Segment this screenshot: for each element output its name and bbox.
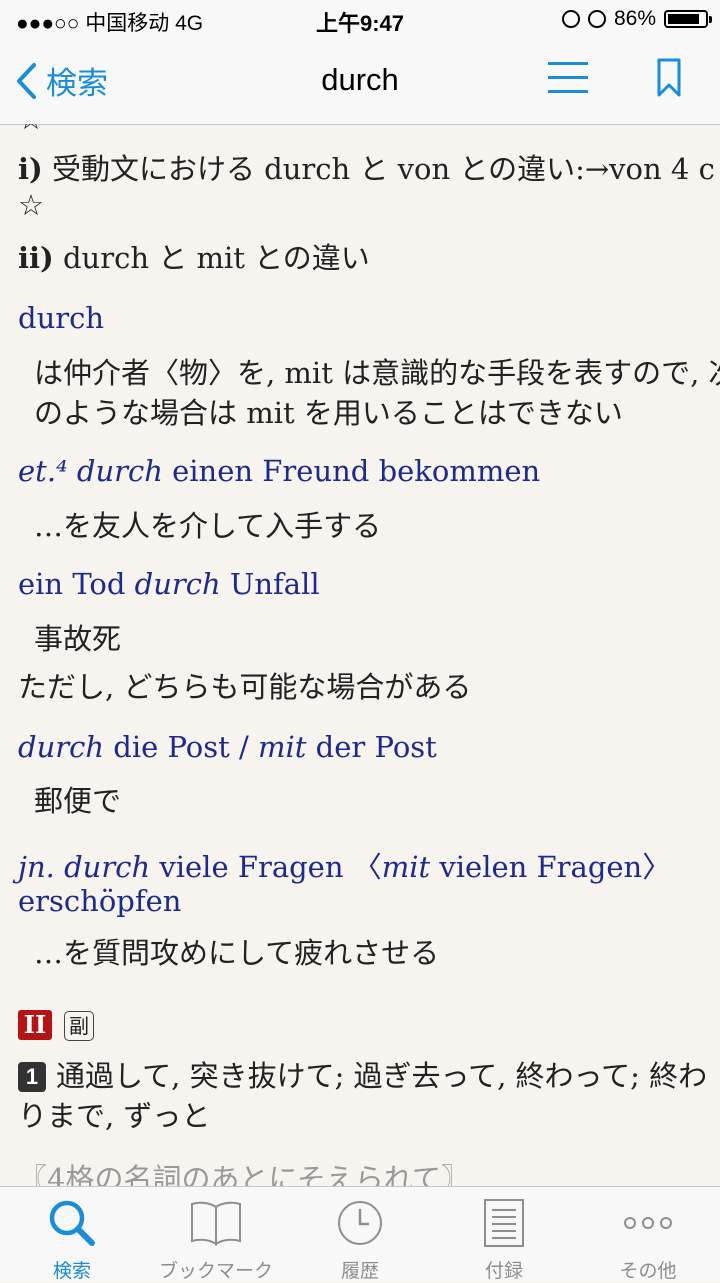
headword: durch: [18, 301, 105, 335]
battery-percent: 86%: [613, 7, 656, 30]
example-3-translation: 郵便で: [34, 784, 122, 818]
tab-search[interactable]: 検索: [0, 1187, 144, 1282]
search-icon: [49, 1200, 95, 1246]
book-icon: [191, 1201, 241, 1246]
note-i-text[interactable]: 受動文における durch と von との違い:→von 4 c: [43, 152, 715, 186]
tab-bookmarks[interactable]: ブックマーク: [144, 1187, 288, 1282]
example-1: et.⁴ durch einen Freund bekommen: [18, 454, 540, 488]
rotation-lock-icon: [561, 10, 580, 28]
note-i-number: i): [18, 152, 43, 186]
navigation-bar: 検索 durch: [0, 40, 720, 125]
star-marker: ☆: [18, 124, 44, 136]
example-3-italic-a: durch: [18, 730, 105, 764]
example-4: jn. durch viele Fragen 〈mit vielen Frage…: [18, 844, 671, 886]
example-2: ein Tod durch Unfall: [18, 567, 320, 601]
tab-bookmarks-label: ブックマーク: [158, 1261, 273, 1282]
note-ii: ii) durch と mit との違い: [18, 235, 370, 277]
example-1-rest: einen Freund bekommen: [162, 454, 541, 488]
more-icon: [624, 1217, 672, 1229]
explanation-line-1: は仲介者〈物〉を, mit は意識的な手段を表すので, 次: [34, 356, 720, 390]
battery-fill: [668, 14, 699, 24]
star-marker: ☆: [18, 188, 44, 222]
example-4-translation: …を質問攻めにして疲れさせる: [34, 936, 440, 970]
sense-1: 1 通過して, 突き抜けて; 過ぎ去って, 終わって; 終わ: [18, 1053, 707, 1095]
tab-history[interactable]: 履歴: [288, 1187, 432, 1282]
document-icon: [484, 1199, 524, 1247]
section-badge: II: [18, 1010, 52, 1040]
usage-bracket-note: 〖4格の名詞のあとにそえられて〗: [18, 1162, 471, 1186]
tab-appendix[interactable]: 付録: [432, 1187, 576, 1282]
note-ii-text: durch と mit との違い: [53, 241, 370, 275]
example-1-italic: et.⁴ durch: [18, 454, 163, 488]
tab-more[interactable]: その他: [576, 1187, 720, 1282]
example-4-line-2: erschöpfen: [18, 884, 182, 918]
page-title: durch: [321, 62, 399, 97]
example-4-italic-a: jn. durch: [18, 850, 151, 884]
example-2-italic: durch: [134, 567, 221, 601]
sense-1-line-2: りまで, ずっと: [18, 1099, 211, 1133]
sense-number-badge: 1: [18, 1062, 46, 1092]
tab-history-label: 履歴: [340, 1261, 379, 1282]
example-3-end: der Post: [306, 730, 437, 764]
example-4-italic-b: mit: [381, 850, 431, 884]
tab-bar: 検索 ブックマーク 履歴 付録 その他: [0, 1186, 720, 1282]
bookmark-icon[interactable]: [656, 58, 682, 103]
example-2-translation: 事故死: [34, 622, 122, 656]
alarm-icon: [587, 10, 606, 28]
note-ii-number: ii): [18, 241, 54, 275]
battery-icon: [664, 10, 712, 28]
status-right: 86%: [561, 7, 712, 31]
example-3: durch die Post / mit der Post: [18, 730, 437, 764]
example-2-end: Unfall: [220, 567, 320, 601]
example-3-italic-b: mit: [258, 730, 307, 764]
status-bar: ●●●○○ 中国移动 4G 上午9:47 86%: [0, 0, 720, 40]
clock-icon: [338, 1201, 382, 1245]
section-header: II 副: [18, 1006, 94, 1041]
tab-search-label: 検索: [52, 1261, 91, 1282]
explanation-line-2: のような場合は mit を用いることはできない: [34, 396, 623, 430]
example-4-end: vielen Fragen〉: [430, 850, 672, 884]
tab-more-label: その他: [619, 1261, 677, 1282]
part-of-speech-badge: 副: [64, 1011, 94, 1041]
example-3-mid: die Post /: [104, 730, 259, 764]
tab-appendix-label: 付録: [484, 1261, 523, 1282]
sense-1-text: 通過して, 突き抜けて; 過ぎ去って, 終わって; 終わ: [56, 1059, 708, 1093]
example-1-translation: …を友人を介して入手する: [34, 509, 382, 543]
example-4-mid: viele Fragen 〈: [150, 850, 382, 884]
example-2-start: ein Tod: [18, 567, 135, 601]
entry-content: ☆ i) 受動文における durch と von との違い:→von 4 c ☆…: [0, 124, 720, 1186]
menu-icon[interactable]: [548, 62, 588, 96]
usage-note: ただし, どちらも可能な場合がある: [18, 670, 472, 704]
note-i: i) 受動文における durch と von との違い:→von 4 c: [18, 146, 715, 188]
